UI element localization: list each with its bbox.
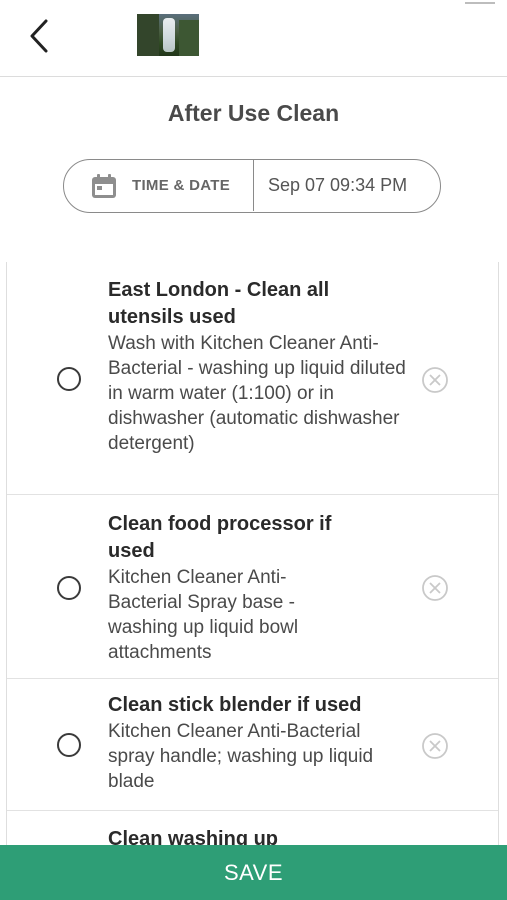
remove-circle-icon[interactable] — [421, 574, 449, 602]
task-checkbox[interactable] — [57, 576, 81, 600]
remove-circle-icon[interactable] — [421, 732, 449, 760]
task-text: Clean food processor if used Kitchen Cle… — [108, 511, 358, 665]
back-button[interactable] — [24, 16, 58, 56]
top-bar — [0, 0, 507, 77]
task-description: Kitchen Cleaner Anti-Bacterial spray han… — [108, 721, 374, 792]
remove-circle-icon[interactable] — [421, 366, 449, 394]
screen: After Use Clean TIME & DATE Sep 07 09:34… — [0, 0, 507, 900]
task-text: Clean stick blender if used Kitchen Clea… — [108, 692, 408, 794]
task-title: Clean washing up — [108, 828, 279, 846]
save-button[interactable]: SAVE — [0, 845, 507, 900]
page-title: After Use Clean — [167, 100, 340, 126]
waterfall-thumbnail[interactable] — [137, 14, 199, 56]
calendar-icon — [92, 174, 116, 198]
datetime-selector[interactable]: TIME & DATE Sep 07 09:34 PM — [63, 159, 441, 213]
task-list[interactable]: East London - Clean all utensils used Wa… — [6, 262, 499, 846]
task-text: Clean washing up — [108, 826, 408, 846]
task-description: Kitchen Cleaner Anti-Bacterial Spray bas… — [108, 567, 299, 663]
task-item: Clean food processor if used Kitchen Cle… — [7, 496, 498, 679]
chevron-left-icon — [30, 19, 48, 53]
datetime-value[interactable]: Sep 07 09:34 PM — [268, 175, 407, 196]
datetime-label: TIME & DATE — [132, 177, 231, 194]
task-item: East London - Clean all utensils used Wa… — [7, 262, 498, 495]
task-description: Wash with Kitchen Cleaner Anti-Bacterial… — [108, 333, 406, 454]
task-title: Clean food processor if used — [108, 513, 332, 562]
task-checkbox[interactable] — [57, 367, 81, 391]
task-text: East London - Clean all utensils used Wa… — [108, 277, 408, 456]
task-item: Clean stick blender if used Kitchen Clea… — [7, 680, 498, 811]
top-edge-decoration — [465, 0, 495, 4]
task-title: Clean stick blender if used — [108, 694, 362, 716]
task-item: Clean washing up — [7, 812, 498, 846]
task-checkbox[interactable] — [57, 733, 81, 757]
datetime-label-section: TIME & DATE — [64, 160, 254, 211]
task-title: East London - Clean all utensils used — [108, 279, 330, 328]
